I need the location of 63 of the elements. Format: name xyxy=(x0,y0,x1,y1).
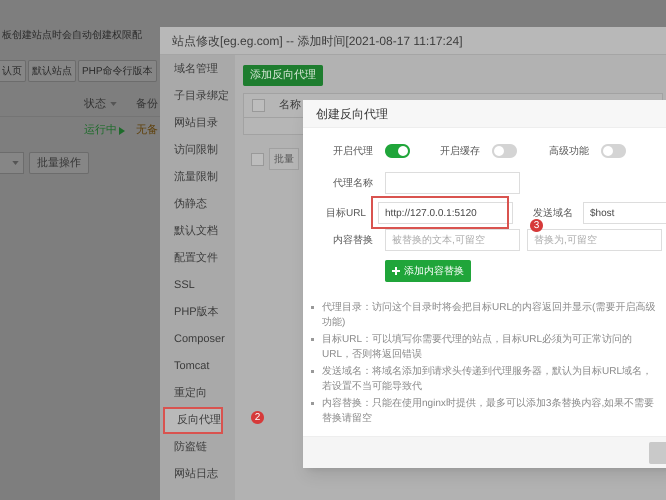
sidebar-item[interactable]: 域名管理 xyxy=(160,56,235,83)
sidebar-item[interactable]: PHP版本 xyxy=(160,299,235,326)
field-label: 开启代理 xyxy=(332,144,373,158)
window-title: 站点修改[eg.eg.com] -- 添加时间[2021-08-17 11:17:24] xyxy=(160,27,666,55)
sidebar-item[interactable]: SSL xyxy=(160,272,235,299)
sidebar-item[interactable]: 网站日志 xyxy=(160,461,235,488)
field-label: 发送域名 xyxy=(533,206,573,220)
backup-text: 无备 xyxy=(136,123,158,138)
play-icon[interactable] xyxy=(119,126,125,134)
field-label: 目标URL xyxy=(324,206,366,220)
input-field[interactable] xyxy=(385,172,520,194)
sidebar-item[interactable]: Tomcat xyxy=(160,353,235,380)
caret-icon xyxy=(12,161,19,165)
field-label: 开启缓存 xyxy=(440,144,480,158)
sidebar-item[interactable]: 流量限制 xyxy=(160,164,235,191)
input-field[interactable]: 替换为,可留空 xyxy=(527,229,662,251)
column-header: 名称 xyxy=(279,98,301,114)
input-field[interactable]: $host xyxy=(583,202,666,224)
bullet-icon xyxy=(311,402,314,405)
batch-delete-button[interactable]: 批量 xyxy=(269,148,299,170)
bullet-icon xyxy=(311,306,314,309)
field-label: 内容替换 xyxy=(332,234,373,248)
bullet-icon xyxy=(311,338,314,341)
add-proxy-button[interactable]: 添加反向代理 xyxy=(243,65,323,86)
toggle-switch[interactable] xyxy=(601,144,626,158)
bullet-icon xyxy=(311,370,314,373)
note-text: 内容替换：只能在使用nginx时提供，最多可以添加3条替换内容,如果不需要替换请留空 xyxy=(322,396,656,426)
toolbar-button[interactable]: 认页 xyxy=(0,60,26,82)
notice-text: 板创建站点时会自动创建权限配 xyxy=(2,28,143,43)
add-replace-button[interactable]: 添加内容替换 xyxy=(385,260,471,282)
toolbar-button[interactable]: 默认站点 xyxy=(28,60,76,82)
toggle-switch[interactable] xyxy=(492,144,517,158)
toggle-switch[interactable] xyxy=(385,144,410,158)
note-text: 代理目录：访问这个目录时将会把目标URL的内容返回并显示(需要开启高级功能) xyxy=(322,300,656,330)
sidebar-item[interactable]: 网站目录 xyxy=(160,110,235,137)
note-text: 发送域名：将域名添加到请求头传递到代理服务器，默认为目标URL域名，若设置不当可能导致代 xyxy=(322,364,654,394)
column-header: 状态 xyxy=(84,96,106,112)
note-text: 目标URL：可以填写你需要代理的站点，目标URL必须为可正常访问的URL，否则将返回错误 xyxy=(322,332,634,362)
input-field[interactable]: 被替换的文本,可留空 xyxy=(385,229,520,251)
sidebar-item[interactable]: 重定向 xyxy=(160,380,235,407)
toolbar-button[interactable]: PHP命令行版本 xyxy=(78,60,157,82)
step-badge: 3 xyxy=(530,219,543,232)
status-text: 运行中 xyxy=(84,123,117,138)
checkbox[interactable] xyxy=(252,99,265,112)
select-dropdown[interactable] xyxy=(0,152,24,174)
batch-button[interactable]: 批量操作 xyxy=(29,152,89,174)
field-label: 高级功能 xyxy=(549,144,589,158)
url-field[interactable]: http://127.0.0.1:5120 xyxy=(378,202,513,224)
sidebar-item[interactable]: Composer xyxy=(160,326,235,353)
sidebar-item[interactable]: 访问限制 xyxy=(160,137,235,164)
dialog-title: 创建反向代理 xyxy=(303,100,666,128)
column-header: 备份 xyxy=(136,96,158,112)
sidebar-item[interactable]: 防盗链 xyxy=(160,434,235,461)
sidebar-item[interactable]: 反向代理 xyxy=(163,407,223,434)
sidebar-item[interactable]: 配置文件 xyxy=(160,245,235,272)
plus-icon xyxy=(392,267,400,275)
step-badge: 2 xyxy=(251,411,264,424)
field-label: 代理名称 xyxy=(332,176,373,190)
caret-icon xyxy=(110,102,117,106)
sidebar-item[interactable]: 默认文档 xyxy=(160,218,235,245)
sidebar-item[interactable]: 伪静态 xyxy=(160,191,235,218)
checkbox[interactable] xyxy=(251,152,264,166)
sidebar-item[interactable]: 子目录绑定 xyxy=(160,83,235,110)
